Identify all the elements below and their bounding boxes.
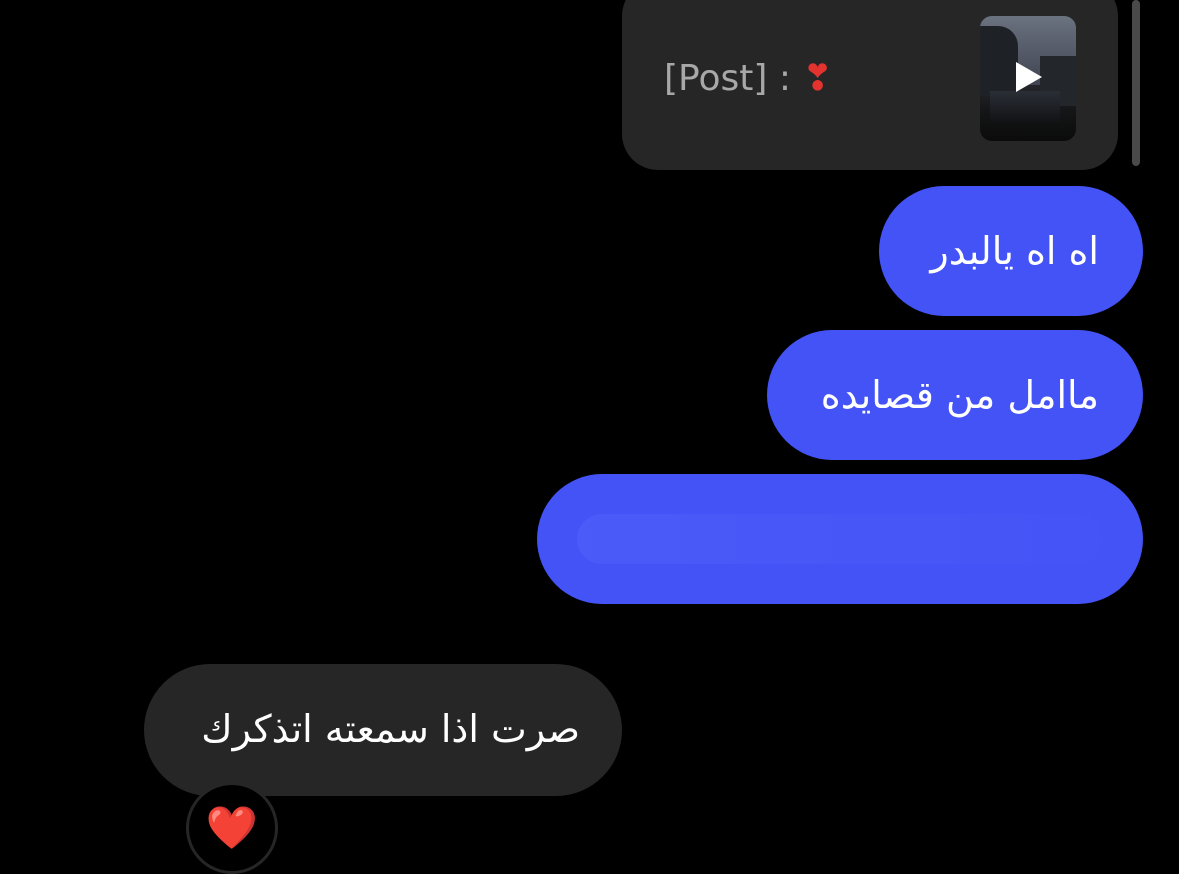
play-icon [1016,62,1042,92]
redacted-text [577,514,1103,564]
sent-message[interactable]: ماامل من قصايده [767,330,1143,460]
scrollbar[interactable] [1132,0,1140,166]
received-message[interactable]: صرت اذا سمعته اتذكرك [144,664,622,796]
heart-reaction-icon[interactable]: ❤️ [186,782,278,874]
heart-exclamation-icon: ❣ [802,58,833,99]
shared-post-message[interactable]: [Post] : ❣ [622,0,1118,170]
sent-message[interactable]: اه اه يالبدر [879,186,1143,316]
video-thumbnail[interactable] [980,16,1076,141]
sent-message-blurred[interactable] [537,474,1143,604]
shared-post-label: [Post] : ❣ [664,58,833,99]
